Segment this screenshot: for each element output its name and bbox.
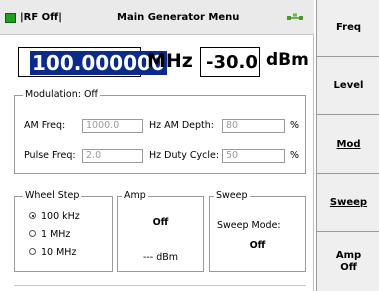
softkey-mod[interactable]: Mod [317, 117, 379, 174]
rf-status-led [5, 13, 16, 23]
sweep-title: Sweep [214, 190, 250, 202]
am-freq-label: AM Freq: [24, 120, 66, 131]
level-field[interactable]: -30.0 [200, 47, 260, 77]
frequency-unit: MHz [147, 50, 193, 72]
wheel-step-title: Wheel Step [23, 190, 82, 202]
wheel-step-option-10mhz[interactable]: 10 MHz [29, 247, 76, 259]
wheel-step-group: Wheel Step 100 kHz 1 MHz 10 MHz [14, 190, 113, 272]
level-value: -30.0 [206, 52, 258, 73]
pulse-freq-label: Pulse Freq: [24, 150, 76, 161]
wheel-step-option-100khz[interactable]: 100 kHz [29, 211, 80, 223]
softkey-freq[interactable]: Freq [317, 0, 379, 57]
radio-selected-icon [29, 212, 36, 219]
modulation-group: Modulation: Off AM Freq: 1000.0 Hz AM De… [14, 89, 306, 174]
radio-unselected-icon [29, 248, 36, 255]
rf-status-text: |RF Off| [20, 12, 62, 23]
softkey-panel: Freq Level Mod Sweep Amp Off [316, 0, 379, 291]
divider [14, 285, 306, 286]
softkey-label: Sweep [329, 197, 368, 208]
wheel-step-option-1mhz[interactable]: 1 MHz [29, 229, 70, 241]
softkey-label: Freq [335, 22, 362, 33]
duty-cycle-input[interactable]: 50 [222, 149, 285, 163]
amp-title: Amp [122, 190, 148, 202]
softkey-sweep[interactable]: Sweep [317, 175, 379, 232]
amp-level: --- dBm [142, 252, 179, 263]
am-depth-input[interactable]: 80 [222, 119, 285, 133]
sweep-group: Sweep Sweep Mode: Off [209, 190, 306, 272]
am-depth-label: Hz AM Depth: [149, 120, 215, 131]
duty-cycle-unit: % [290, 150, 300, 161]
softkey-amp-off[interactable]: Amp Off [317, 233, 379, 290]
frequency-field[interactable]: 100.000000 [18, 47, 167, 77]
am-freq-input[interactable]: 1000.0 [82, 119, 143, 133]
softkey-label: Level [333, 80, 364, 91]
title-bar: |RF Off| Main Generator Menu [0, 0, 314, 35]
radio-unselected-icon [29, 230, 36, 237]
main-panel: |RF Off| Main Generator Menu 100.000000 … [0, 0, 314, 291]
am-depth-unit: % [290, 120, 300, 131]
sweep-mode-label: Sweep Mode: [217, 220, 281, 231]
duty-cycle-label: Hz Duty Cycle: [149, 150, 220, 161]
network-icon [287, 13, 303, 20]
pulse-freq-input[interactable]: 2.0 [82, 149, 143, 163]
wheel-step-option-label: 100 kHz [41, 211, 80, 222]
softkey-label: Mod [336, 139, 361, 150]
sweep-mode-value: Off [249, 240, 266, 251]
amp-state: Off [152, 217, 169, 228]
modulation-title: Modulation: Off [23, 89, 100, 101]
amp-group: Amp Off --- dBm [117, 190, 204, 272]
menu-title: Main Generator Menu [117, 12, 240, 23]
level-unit: dBm [266, 50, 309, 70]
softkey-level[interactable]: Level [317, 58, 379, 115]
wheel-step-option-label: 10 MHz [41, 247, 77, 258]
wheel-step-option-label: 1 MHz [41, 229, 71, 240]
softkey-label-line2: Off [340, 261, 357, 273]
softkey-label: Amp [335, 249, 362, 261]
